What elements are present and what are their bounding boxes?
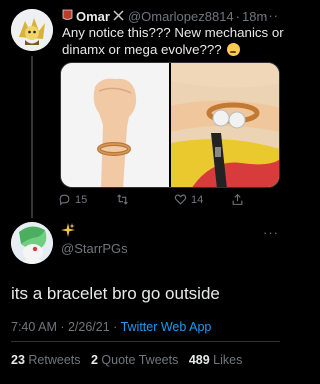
reply-icon <box>59 194 70 206</box>
thinking-emoji-icon <box>227 42 241 56</box>
parent-more-options-icon[interactable]: ··· <box>263 8 279 23</box>
media-image-character-bracelet[interactable] <box>171 63 279 187</box>
reply-tweet-text: its a bracelet bro go outside <box>11 284 220 303</box>
reply-button[interactable]: 15 <box>58 193 87 206</box>
parent-author-avatar[interactable] <box>11 9 53 51</box>
retweets-label: Retweets <box>28 353 81 367</box>
parent-author-handle[interactable]: @Omarlopez8814 <box>128 9 234 24</box>
quote-count: 2 <box>90 353 98 367</box>
likes-count: 489 <box>188 353 210 367</box>
stats-divider <box>11 341 280 342</box>
parent-tweet-text-content: Any notice this??? New mechanics or dina… <box>62 25 284 57</box>
parent-tweet[interactable]: Omar @Omarlopez8814 · 18m ··· Any notice… <box>0 0 291 218</box>
retweets-stat[interactable]: 23 Retweets <box>11 353 81 367</box>
like-count: 14 <box>191 193 204 206</box>
parent-tweet-text: Any notice this??? New mechanics or dina… <box>62 25 284 58</box>
quote-tweets-stat[interactable]: 2 Quote Tweets <box>91 353 178 367</box>
likes-label: Likes <box>213 353 243 367</box>
crossed-swords-icon <box>113 10 124 24</box>
media-image-bracelet-arm[interactable] <box>61 63 169 187</box>
share-icon <box>232 193 243 205</box>
reply-more-options-icon[interactable]: ··· <box>263 225 279 240</box>
share-button[interactable] <box>231 193 248 206</box>
like-icon <box>174 194 187 205</box>
reply-timestamp[interactable]: 7:40 AM · 2/26/21 · <box>11 320 117 334</box>
flag-icon <box>62 9 73 24</box>
parent-tweet-media[interactable] <box>60 62 280 188</box>
reply-tweet-meta: 7:40 AM · 2/26/21 · Twitter Web App <box>11 320 211 334</box>
retweet-icon <box>117 194 128 205</box>
header-separator: · <box>235 9 241 24</box>
parent-tweet-header: Omar @Omarlopez8814 · 18m <box>62 9 267 24</box>
thread-connector-line <box>31 56 33 218</box>
reply-source-link[interactable]: Twitter Web App <box>121 320 212 334</box>
parent-tweet-actions: 15 14 <box>58 193 288 209</box>
focused-tweet: @StarrPGs ··· its a bracelet bro go outs… <box>0 213 291 384</box>
sparkle-icon <box>61 223 75 237</box>
like-button[interactable]: 14 <box>174 193 203 206</box>
likes-stat[interactable]: 489 Likes <box>189 353 243 367</box>
retweets-count: 23 <box>11 353 25 367</box>
quote-label: Quote Tweets <box>101 353 179 367</box>
reply-count: 15 <box>75 193 88 206</box>
parent-author-name[interactable]: Omar <box>76 9 110 24</box>
reply-author-avatar[interactable] <box>11 222 53 264</box>
retweet-button[interactable] <box>116 193 133 206</box>
reply-tweet-stats: 23 Retweets 2 Quote Tweets 489 Likes <box>11 353 249 367</box>
reply-author-handle[interactable]: @StarrPGs <box>61 241 128 256</box>
